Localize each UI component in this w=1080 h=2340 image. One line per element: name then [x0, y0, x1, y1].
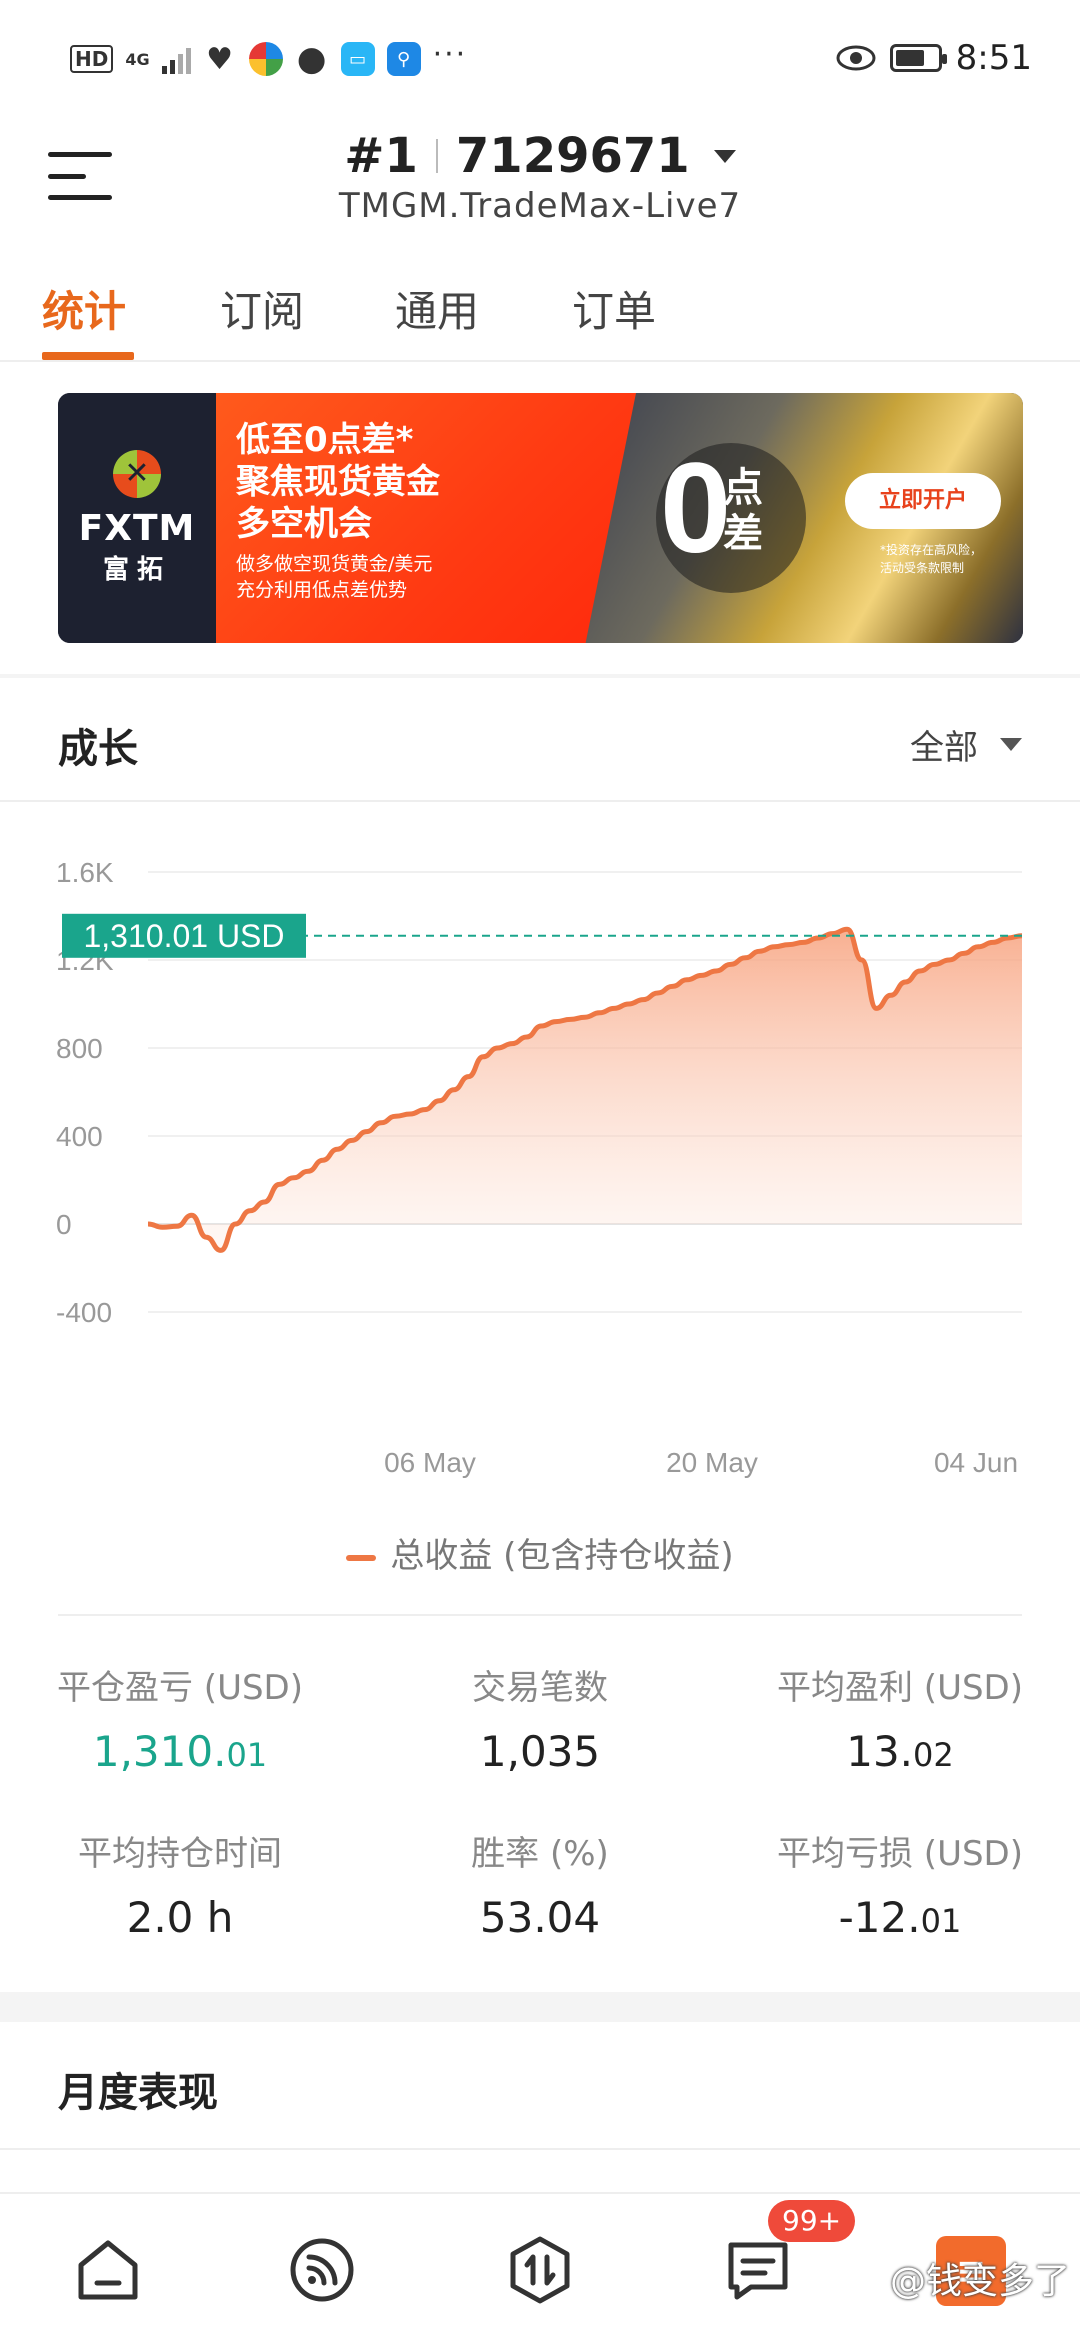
monthly-divider	[0, 2148, 1080, 2150]
fxtm-logo: FXTM 富拓	[58, 393, 216, 643]
open-account-button[interactable]: 立即开户	[845, 473, 1001, 529]
brand-name-cn: 富拓	[102, 555, 171, 585]
colorful-app-icon	[248, 42, 283, 76]
stat-win-rate: 胜率 (%) 53.04	[360, 1826, 720, 1942]
clock: 8:51	[955, 38, 1032, 78]
y-tick-label: 400	[56, 1121, 103, 1152]
feed-icon	[290, 2238, 354, 2302]
account-prefix: #1	[344, 128, 418, 184]
risk-note-line-1: *投资存在高风险，	[880, 543, 983, 557]
tab-orders[interactable]: 订单	[572, 278, 656, 339]
stat-label: 交易笔数	[472, 1668, 608, 1708]
message-count-badge: 99+	[768, 2200, 856, 2242]
account-number: 7129671	[455, 128, 690, 184]
period-filter[interactable]: 全部	[910, 720, 1022, 769]
zero-spread-number: 0	[660, 437, 732, 580]
banner-sub-1: 做多做空现货黄金/美元	[236, 553, 433, 575]
stats-divider	[58, 1614, 1022, 1616]
banner-headline-1: 低至0点差*	[236, 420, 414, 460]
watermark: @钱变多了	[889, 2261, 1070, 2302]
current-value-label: 1,310.01 USD	[83, 918, 284, 954]
home-icon	[78, 2240, 138, 2300]
message-icon	[728, 2242, 788, 2300]
stat-average-hold-time: 平均持仓时间 2.0 h	[0, 1826, 360, 1942]
chat-bubble-icon: ●	[296, 39, 327, 79]
series-area	[148, 929, 1022, 1251]
nav-trade[interactable]	[500, 2230, 580, 2310]
eye-comfort-icon	[836, 45, 876, 71]
account-separator	[435, 139, 438, 173]
stat-label: 平均盈利 (USD)	[777, 1668, 1023, 1708]
app-header: #1 7129671 TMGM.TradeMax-Live7	[0, 120, 1080, 250]
ad-banner[interactable]: FXTM 富拓 低至0点差* 聚焦现货黄金 多空机会 做多做空现货黄金/美元 充…	[58, 393, 1023, 643]
status-icons-right: 8:51	[836, 38, 1032, 78]
stat-label: 平仓盈亏 (USD)	[57, 1668, 303, 1708]
book-app-icon: ▭	[340, 42, 375, 76]
stat-label: 胜率 (%)	[471, 1834, 609, 1874]
trade-icon	[510, 2236, 570, 2304]
banner-text: 低至0点差* 聚焦现货黄金 多空机会 做多做空现货黄金/美元 充分利用低点差优势	[236, 419, 440, 603]
risk-note: *投资存在高风险， 活动受条款限制	[880, 541, 982, 577]
x-tick-label: 20 May	[666, 1447, 758, 1478]
y-tick-label: 800	[56, 1033, 103, 1064]
signal-icon	[161, 44, 191, 74]
stat-label: 平均亏损 (USD)	[777, 1834, 1023, 1874]
growth-title: 成长	[58, 726, 138, 772]
network-type: 4G	[125, 49, 150, 69]
banner-sub-2: 充分利用低点差优势	[236, 579, 408, 601]
legend-swatch	[346, 1554, 377, 1561]
tab-statistics[interactable]: 统计	[42, 278, 126, 339]
nav-signals[interactable]	[282, 2230, 362, 2310]
y-tick-label: -400	[56, 1297, 112, 1328]
stat-value: 13.02	[846, 1727, 954, 1776]
nav-home[interactable]	[68, 2230, 148, 2310]
banner-headline-3: 多空机会	[236, 504, 372, 544]
hd-icon: HD	[70, 45, 114, 73]
brand-name: FXTM	[78, 508, 196, 549]
chevron-down-icon[interactable]	[713, 149, 736, 163]
stat-value: 2.0 h	[126, 1893, 234, 1942]
more-icon: ···	[432, 36, 468, 72]
legend-label: 总收益 (包含持仓收益)	[390, 1536, 734, 1576]
x-tick-label: 04 Jun	[934, 1447, 1018, 1478]
stat-average-loss: 平均亏损 (USD) -12.01	[720, 1826, 1080, 1942]
stat-value: -12.01	[838, 1893, 962, 1942]
fxtm-logo-icon	[113, 450, 161, 498]
chart-legend: 总收益 (包含持仓收益)	[0, 1528, 1080, 1577]
status-bar: HD 4G ♥ ● ▭ ⚲ ··· 8:51	[0, 0, 1080, 120]
stat-value: 53.04	[479, 1893, 601, 1942]
stat-average-profit: 平均盈利 (USD) 13.02	[720, 1660, 1080, 1776]
tab-subscribe[interactable]: 订阅	[220, 278, 304, 339]
stat-value: 1,310.01	[92, 1727, 268, 1776]
account-selector[interactable]: #1 7129671 TMGM.TradeMax-Live7	[0, 128, 1080, 226]
stat-value: 1,035	[479, 1727, 601, 1776]
growth-header-divider	[0, 800, 1080, 802]
y-tick-label: 1.6K	[56, 857, 114, 888]
risk-note-line-2: 活动受条款限制	[880, 561, 965, 575]
tab-bar: 统计 订阅 通用 订单	[0, 250, 1080, 362]
active-tab-indicator	[42, 352, 134, 360]
search-app-icon: ⚲	[386, 42, 421, 76]
health-app-icon: ♥	[206, 41, 234, 77]
tab-general[interactable]: 通用	[395, 278, 479, 339]
period-filter-label: 全部	[910, 728, 978, 768]
banner-headline-2: 聚焦现货黄金	[236, 462, 440, 502]
zero-spread-label: 点差	[723, 465, 763, 557]
section-divider	[0, 1992, 1080, 2022]
stat-label: 平均持仓时间	[78, 1834, 282, 1874]
chevron-down-icon	[1000, 738, 1022, 751]
section-divider	[0, 674, 1080, 678]
monthly-performance-title: 月度表现	[58, 2070, 218, 2116]
y-tick-label: 0	[56, 1209, 72, 1240]
server-name: TMGM.TradeMax-Live7	[338, 186, 742, 226]
stat-closed-pnl: 平仓盈亏 (USD) 1,310.01	[0, 1660, 360, 1776]
growth-chart[interactable]: 1.6K1.2K8004000-40006 May 20 May 04 Jun1,3…	[0, 830, 1080, 1510]
stat-trade-count: 交易笔数 1,035	[360, 1660, 720, 1776]
nav-messages[interactable]	[718, 2230, 798, 2310]
x-tick-label: 06 May	[384, 1447, 476, 1478]
battery-icon	[889, 44, 947, 72]
status-icons-left: HD 4G ♥ ● ▭ ⚲ ···	[70, 37, 467, 79]
